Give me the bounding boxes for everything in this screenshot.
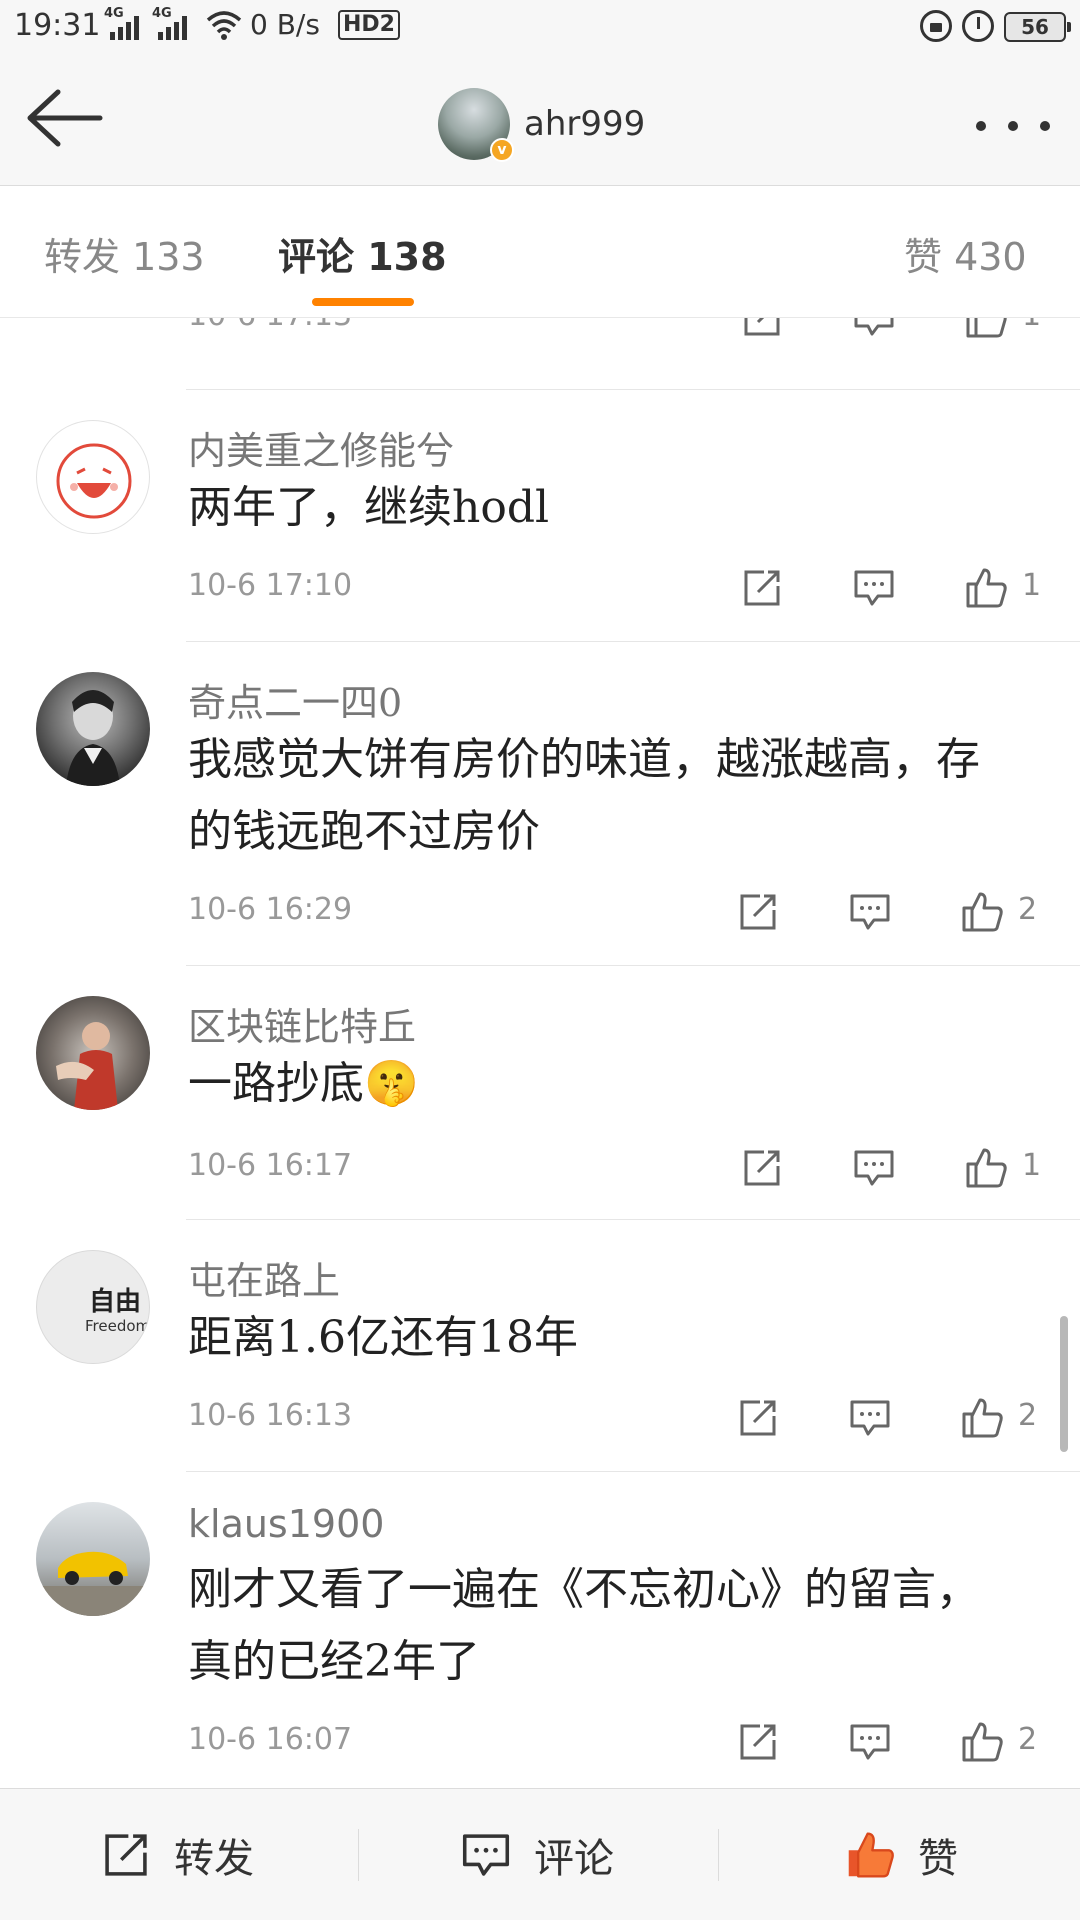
commenter-avatar[interactable] bbox=[36, 996, 150, 1110]
commenter-name[interactable]: 屯在路上 bbox=[188, 1250, 340, 1305]
avatar-text-main: 自由 bbox=[89, 1287, 142, 1317]
comment-actions: 2 bbox=[716, 1396, 1056, 1440]
scrollbar[interactable] bbox=[1060, 1316, 1068, 1452]
back-arrow-icon[interactable] bbox=[24, 86, 104, 150]
comment-text: 刚才又看了一遍在《不忘初心》的留言，真的已经2年了 bbox=[188, 1564, 980, 1687]
like-count: 1 bbox=[1022, 1148, 1042, 1183]
comment-icon bbox=[462, 1834, 510, 1876]
list-item: klaus1900 刚才又看了一遍在《不忘初心》的留言，真的已经2年了 10-6… bbox=[0, 1472, 1080, 1788]
comment-actions: 2 bbox=[716, 1720, 1056, 1764]
verified-badge-icon: v bbox=[490, 138, 514, 162]
battery-icon: 56 bbox=[1004, 12, 1071, 42]
share-icon[interactable] bbox=[740, 566, 784, 610]
comment-text-body: 一路抄底 bbox=[188, 1058, 364, 1109]
repost-button[interactable]: 转发 bbox=[100, 1789, 254, 1920]
bottom-action-bar: 转发 评论 赞 bbox=[0, 1788, 1080, 1920]
hd-voice-icon: HD2 bbox=[338, 10, 400, 40]
commenter-name[interactable]: 区块链比特丘 bbox=[188, 996, 416, 1051]
commenter-name[interactable]: 奇点二一四0 bbox=[188, 672, 402, 727]
like-button[interactable]: 赞 bbox=[844, 1789, 958, 1920]
like-count: 2 bbox=[1018, 892, 1038, 927]
like-icon[interactable] bbox=[960, 890, 1004, 934]
comment-text: 两年了，继续hodl bbox=[188, 482, 550, 533]
share-icon[interactable] bbox=[736, 1396, 780, 1440]
more-options-icon[interactable] bbox=[976, 111, 1050, 141]
comment-time: 10-6 17:13 bbox=[188, 318, 352, 333]
repost-icon bbox=[105, 1834, 147, 1876]
comment-icon[interactable] bbox=[852, 318, 896, 340]
comment-icon[interactable] bbox=[848, 1396, 892, 1440]
comment-icon[interactable] bbox=[848, 890, 892, 934]
list-item: 奇点二一四0 我感觉大饼有房价的味道，越涨越高，存的钱远跑不过房价 10-6 1… bbox=[0, 642, 1080, 966]
comment-text: 距离1.6亿还有18年 bbox=[188, 1312, 578, 1363]
like-count: 2 bbox=[1018, 1722, 1038, 1757]
comment-icon[interactable] bbox=[848, 1720, 892, 1764]
rotation-lock-icon bbox=[920, 10, 952, 42]
author-header[interactable]: v ahr999 bbox=[438, 86, 645, 162]
comment-actions: 1 bbox=[720, 566, 1060, 610]
comment-actions: 1 bbox=[720, 1146, 1060, 1190]
share-icon[interactable] bbox=[740, 1146, 784, 1190]
avatar-text-sub: Freedom bbox=[85, 1317, 150, 1335]
commenter-avatar[interactable]: 自由 Freedom bbox=[36, 1250, 150, 1364]
comment-actions: 2 bbox=[716, 890, 1056, 934]
comment-icon[interactable] bbox=[852, 1146, 896, 1190]
alarm-icon bbox=[962, 10, 994, 42]
share-icon[interactable] bbox=[736, 1720, 780, 1764]
author-name[interactable]: ahr999 bbox=[524, 104, 645, 144]
top-nav-bar: v ahr999 bbox=[0, 56, 1080, 186]
list-item: 自由 Freedom 屯在路上 距离1.6亿还有18年 10-6 16:13 2 bbox=[0, 1220, 1080, 1472]
comment-icon[interactable] bbox=[852, 566, 896, 610]
tab-comments[interactable]: 评论 138 bbox=[278, 226, 447, 281]
tab-reposts[interactable]: 转发 133 bbox=[44, 226, 205, 281]
like-icon[interactable] bbox=[960, 1720, 1004, 1764]
like-icon[interactable] bbox=[964, 1146, 1008, 1190]
comment-time: 10-6 16:17 bbox=[188, 1148, 353, 1183]
divider bbox=[358, 1829, 359, 1881]
tab-bar: 转发 133 评论 138 赞 430 bbox=[0, 186, 1080, 318]
active-tab-indicator bbox=[312, 298, 414, 306]
like-count: 1 bbox=[1022, 318, 1041, 333]
author-avatar[interactable]: v bbox=[438, 88, 514, 162]
comment-time: 10-6 17:10 bbox=[188, 568, 353, 603]
signal-icon: 4G bbox=[104, 6, 148, 40]
comment-time: 10-6 16:13 bbox=[188, 1398, 353, 1433]
comment-button[interactable]: 评论 bbox=[460, 1789, 1080, 1920]
comment-label: 评论 bbox=[534, 1836, 614, 1882]
comment-list[interactable]: 10-6 17:13 1 内美重之修能兮 两年了，继续hodl 10-6 17:… bbox=[0, 318, 1080, 1788]
comment-time: 10-6 16:07 bbox=[188, 1722, 353, 1757]
commenter-name[interactable]: 内美重之修能兮 bbox=[188, 420, 454, 475]
signal-icon-2: 4G bbox=[152, 6, 196, 40]
comment-text: 一路抄底🤫 bbox=[188, 1048, 1018, 1120]
status-bar: 19:31 4G 4G 0 B/s HD2 56 bbox=[0, 0, 1080, 56]
comment-actions: 1 bbox=[720, 318, 1060, 340]
share-icon[interactable] bbox=[736, 890, 780, 934]
like-count: 1 bbox=[1022, 568, 1042, 603]
like-icon[interactable] bbox=[964, 318, 1008, 340]
list-item: 10-6 17:13 1 bbox=[0, 318, 1080, 390]
commenter-name[interactable]: klaus1900 bbox=[188, 1502, 384, 1546]
comment-time: 10-6 16:29 bbox=[188, 892, 353, 927]
status-time: 19:31 bbox=[14, 8, 101, 43]
list-item: 区块链比特丘 一路抄底🤫 10-6 16:17 1 bbox=[0, 966, 1080, 1220]
wifi-icon bbox=[206, 11, 242, 40]
commenter-avatar[interactable] bbox=[36, 420, 150, 534]
tab-likes[interactable]: 赞 430 bbox=[904, 226, 1027, 281]
comment-text: 我感觉大饼有房价的味道，越涨越高，存的钱远跑不过房价 bbox=[188, 734, 980, 857]
commenter-avatar[interactable] bbox=[36, 1502, 150, 1616]
like-icon[interactable] bbox=[960, 1396, 1004, 1440]
list-item: 内美重之修能兮 两年了，继续hodl 10-6 17:10 1 bbox=[0, 390, 1080, 642]
divider bbox=[718, 1829, 719, 1881]
shush-emoji-icon: 🤫 bbox=[364, 1058, 419, 1109]
like-count: 2 bbox=[1018, 1398, 1038, 1433]
repost-label: 转发 bbox=[174, 1836, 254, 1882]
like-label: 赞 bbox=[918, 1836, 958, 1882]
like-filled-icon bbox=[848, 1832, 894, 1878]
commenter-avatar[interactable] bbox=[36, 672, 150, 786]
like-icon[interactable] bbox=[964, 566, 1008, 610]
network-speed: 0 B/s bbox=[250, 8, 320, 41]
share-icon[interactable] bbox=[740, 318, 784, 340]
